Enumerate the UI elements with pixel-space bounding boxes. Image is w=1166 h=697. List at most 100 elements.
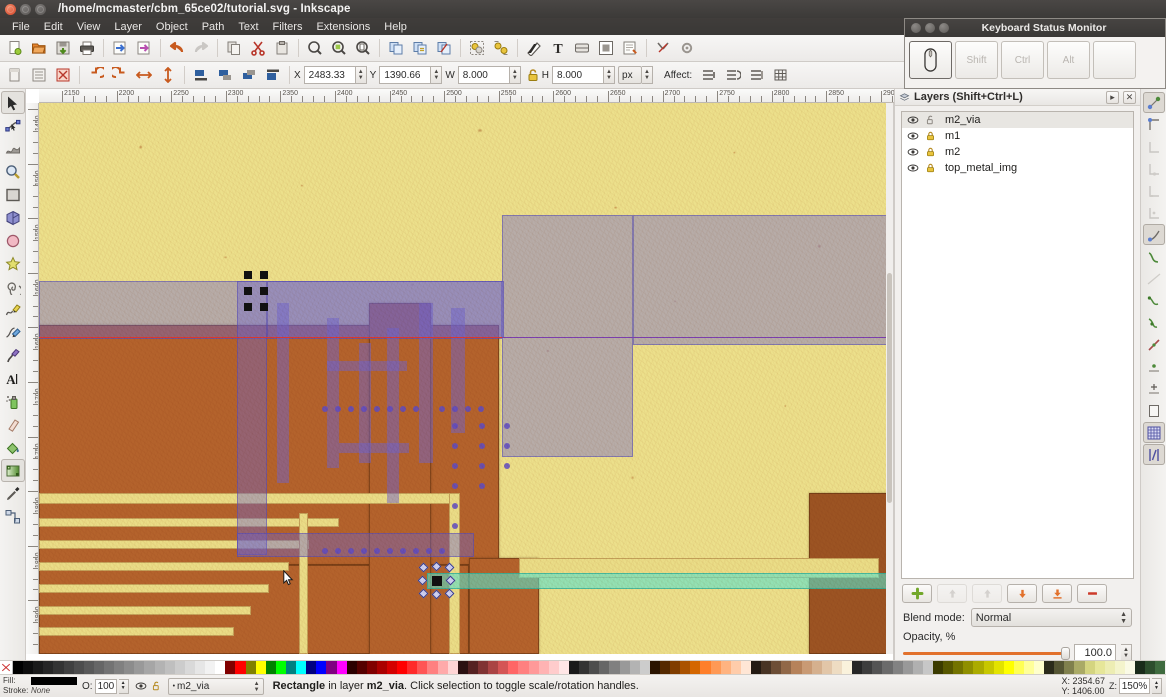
- width-input[interactable]: 8.000: [458, 66, 510, 84]
- palette-swatch[interactable]: [599, 661, 609, 674]
- palette-swatch[interactable]: [549, 661, 559, 674]
- palette-swatch[interactable]: [670, 661, 680, 674]
- palette-swatch[interactable]: [13, 661, 23, 674]
- palette-swatch[interactable]: [650, 661, 660, 674]
- opacity-slider[interactable]: [903, 646, 1069, 660]
- palette-swatch[interactable]: [33, 661, 43, 674]
- snap-settings-button[interactable]: [652, 37, 674, 59]
- palette-swatch[interactable]: [862, 661, 872, 674]
- flip-horizontal-button[interactable]: [133, 64, 155, 86]
- blend-mode-select[interactable]: Normal ▲▼: [971, 608, 1132, 627]
- scale-rounded-corners-button[interactable]: [722, 64, 744, 86]
- palette-swatch[interactable]: [923, 661, 933, 674]
- palette-swatch[interactable]: [731, 661, 741, 674]
- zoom-page-button[interactable]: [352, 37, 374, 59]
- snap-bbox-edge-icon[interactable]: [1143, 158, 1165, 179]
- height-spinner[interactable]: ▲▼: [604, 66, 615, 84]
- palette-swatch[interactable]: [791, 661, 801, 674]
- palette-swatch[interactable]: [175, 661, 185, 674]
- text-tool[interactable]: A: [1, 367, 25, 390]
- layer-visibility-toggle[interactable]: [135, 680, 147, 692]
- lower-layer-button[interactable]: [1007, 584, 1037, 603]
- palette-swatch[interactable]: [1054, 661, 1064, 674]
- ungroup-button[interactable]: [490, 37, 512, 59]
- stroke-value[interactable]: None: [31, 686, 50, 696]
- dock-float-icon[interactable]: ▸: [1106, 91, 1119, 104]
- gradient-tool[interactable]: [1, 459, 25, 482]
- palette-swatch[interactable]: [609, 661, 619, 674]
- locked-icon[interactable]: [921, 162, 939, 174]
- 3d-box-tool[interactable]: [1, 206, 25, 229]
- palette-swatch[interactable]: [1095, 661, 1105, 674]
- node-editor-tool[interactable]: [1, 114, 25, 137]
- calligraphy-tool[interactable]: [1, 344, 25, 367]
- lower-to-bottom-button[interactable]: [190, 64, 212, 86]
- menu-filters[interactable]: Filters: [266, 20, 310, 34]
- palette-swatch[interactable]: [367, 661, 377, 674]
- units-spinner[interactable]: ▲▼: [642, 66, 653, 84]
- menu-text[interactable]: Text: [231, 20, 265, 34]
- palette-swatch[interactable]: [64, 661, 74, 674]
- palette-swatch[interactable]: [256, 661, 266, 674]
- scale-stroke-width-button[interactable]: [698, 64, 720, 86]
- eye-icon[interactable]: [905, 146, 921, 158]
- ksm-maximize-button[interactable]: [939, 23, 949, 33]
- palette-swatch[interactable]: [589, 661, 599, 674]
- star-tool[interactable]: [1, 252, 25, 275]
- horizontal-ruler[interactable]: 2150220022502300235024002450250025502600…: [39, 89, 894, 103]
- palette-swatch[interactable]: [761, 661, 771, 674]
- zoom-spinner[interactable]: ▲▼: [1152, 678, 1162, 694]
- palette-swatch[interactable]: [53, 661, 63, 674]
- spiral-tool[interactable]: [1, 275, 25, 298]
- current-layer-select[interactable]: • m2_via ▲▼: [168, 678, 264, 695]
- palette-swatch[interactable]: [529, 661, 539, 674]
- palette-swatch[interactable]: [397, 661, 407, 674]
- palette-swatches[interactable]: [13, 661, 1166, 674]
- new-document-button[interactable]: [4, 37, 26, 59]
- open-document-button[interactable]: [28, 37, 50, 59]
- palette-swatch[interactable]: [296, 661, 306, 674]
- palette-swatch[interactable]: [357, 661, 367, 674]
- menu-path[interactable]: Path: [195, 20, 232, 34]
- palette-swatch[interactable]: [1014, 661, 1024, 674]
- palette-swatch[interactable]: [407, 661, 417, 674]
- paste-button[interactable]: [271, 37, 293, 59]
- palette-swatch[interactable]: [1135, 661, 1145, 674]
- palette-swatch[interactable]: [377, 661, 387, 674]
- transform-patterns-button[interactable]: [770, 64, 792, 86]
- palette-swatch[interactable]: [1145, 661, 1155, 674]
- raise-button[interactable]: [238, 64, 260, 86]
- palette-swatch[interactable]: [943, 661, 953, 674]
- palette-swatch[interactable]: [326, 661, 336, 674]
- deselect-button[interactable]: [52, 64, 74, 86]
- new-layer-button[interactable]: [902, 584, 932, 603]
- lower-to-bottom-button[interactable]: [1042, 584, 1072, 603]
- palette-swatch[interactable]: [498, 661, 508, 674]
- raise-to-top-button[interactable]: [262, 64, 284, 86]
- palette-swatch[interactable]: [427, 661, 437, 674]
- palette-swatch[interactable]: [893, 661, 903, 674]
- menu-object[interactable]: Object: [149, 20, 195, 34]
- palette-swatch[interactable]: [711, 661, 721, 674]
- palette-swatch[interactable]: [1074, 661, 1084, 674]
- connector-tool[interactable]: [1, 505, 25, 528]
- locked-icon[interactable]: [921, 146, 939, 158]
- snap-smooth-nodes-icon[interactable]: [1143, 312, 1165, 333]
- menu-view[interactable]: View: [70, 20, 108, 34]
- palette-swatch[interactable]: [1115, 661, 1125, 674]
- snap-bbox-center-icon[interactable]: [1143, 202, 1165, 223]
- undo-button[interactable]: [166, 37, 188, 59]
- zoom-drawing-button[interactable]: [328, 37, 350, 59]
- eye-icon[interactable]: [905, 130, 921, 142]
- select-all-button[interactable]: [4, 64, 26, 86]
- tweak-tool[interactable]: [1, 137, 25, 160]
- palette-swatch[interactable]: [448, 661, 458, 674]
- palette-swatch[interactable]: [246, 661, 256, 674]
- ksm-minimize-button[interactable]: [925, 23, 935, 33]
- snap-page-border-icon[interactable]: [1143, 400, 1165, 421]
- object-opacity-spinner[interactable]: ▲▼: [119, 679, 129, 694]
- palette-swatch[interactable]: [882, 661, 892, 674]
- object-opacity-input[interactable]: 100: [95, 679, 117, 694]
- selector-tool[interactable]: [1, 91, 25, 114]
- none-swatch[interactable]: [0, 661, 13, 674]
